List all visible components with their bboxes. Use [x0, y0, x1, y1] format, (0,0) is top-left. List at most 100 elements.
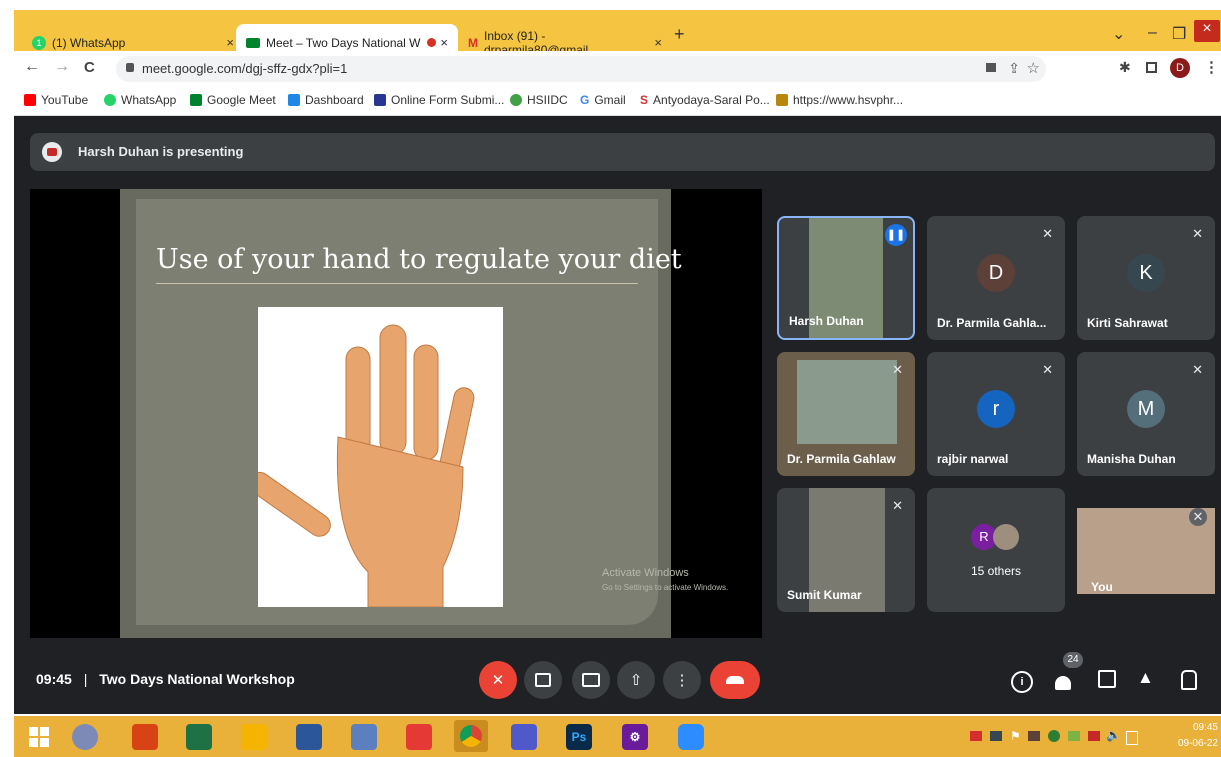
participant-name: Harsh Duhan	[789, 314, 864, 328]
bookmark-hsiidc[interactable]: HSIIDC	[510, 93, 568, 107]
avatar-photo	[993, 524, 1019, 550]
forward-button[interactable]: →	[54, 58, 70, 76]
bookmark-gmail[interactable]: G Gmail	[580, 93, 626, 107]
mic-toggle-button[interactable]: ✕	[479, 661, 517, 699]
participant-name: rajbir narwal	[937, 452, 1009, 466]
hand-image	[248, 307, 503, 608]
tab-search-icon[interactable]: ⌄	[1112, 24, 1125, 44]
notepad-icon[interactable]	[351, 724, 377, 750]
browser-tab-strip: 1 (1) WhatsApp × Meet – Two Days Nationa…	[14, 10, 1221, 61]
clock-time[interactable]: 09:45	[1174, 722, 1218, 733]
tray-icon[interactable]	[1088, 731, 1100, 741]
participant-tile[interactable]: ✕ Dr. Parmila Gahlaw	[777, 352, 915, 476]
participant-tile[interactable]: ✕ K Kirti Sahrawat	[1077, 216, 1215, 340]
excel-icon[interactable]	[186, 724, 212, 750]
self-tile[interactable]: ✕ You	[1077, 508, 1215, 594]
close-tab-icon[interactable]: ×	[654, 35, 662, 50]
windows-start-icon[interactable]	[26, 724, 52, 750]
bookmark-star-icon[interactable]: ☆	[1027, 59, 1040, 77]
participant-tile[interactable]: ✕ M Manisha Duhan	[1077, 352, 1215, 476]
more-options-button[interactable]: ⋮	[663, 661, 701, 699]
teams-icon[interactable]	[511, 724, 537, 750]
meeting-name: Two Days National Workshop	[99, 671, 295, 687]
presenter-avatar	[42, 142, 62, 162]
bookmark-hsvphr[interactable]: https://www.hsvphr...	[776, 93, 903, 107]
omnibox[interactable]: meet.google.com/dgj-sffz-gdx?pli=1 ⇪ ☆	[116, 56, 1046, 82]
mic-off-icon: ✕	[1042, 362, 1053, 377]
mic-off-icon: ✕	[892, 362, 903, 377]
network-icon[interactable]	[1028, 731, 1040, 741]
meeting-details-icon[interactable]: i	[1011, 671, 1033, 693]
chrome-taskbar-button[interactable]	[454, 720, 488, 752]
mic-off-icon: ✕	[1042, 226, 1053, 241]
settings-gear-icon[interactable]: ⚙	[622, 724, 648, 750]
close-window-button[interactable]: ×	[1194, 20, 1220, 42]
bookmark-youtube[interactable]: YouTube	[24, 93, 88, 107]
reload-button[interactable]: C	[84, 59, 95, 76]
file-explorer-icon[interactable]	[241, 724, 267, 750]
leave-call-button[interactable]	[710, 661, 760, 699]
participant-tile[interactable]: ✕ D Dr. Parmila Gahla...	[927, 216, 1065, 340]
slide-title: Use of your hand to regulate your diet	[156, 244, 682, 275]
activate-windows-title: Activate Windows	[602, 567, 689, 579]
battery-icon[interactable]	[1126, 731, 1138, 745]
bookmark-antyodaya[interactable]: S Antyodaya-Saral Po...	[640, 93, 770, 107]
camera-toggle-button[interactable]	[524, 661, 562, 699]
minimize-button[interactable]: –	[1148, 24, 1157, 42]
people-button[interactable]	[1052, 669, 1078, 691]
close-tab-icon[interactable]: ×	[226, 35, 234, 50]
menu-icon[interactable]: ⋮	[1204, 58, 1219, 76]
security-icon[interactable]	[1048, 730, 1060, 742]
lock-icon	[126, 63, 134, 72]
camera-in-use-icon[interactable]	[986, 63, 996, 72]
slide-title-rule	[156, 283, 638, 284]
bookmark-whatsapp[interactable]: WhatsApp	[104, 93, 176, 107]
bookmark-online-form[interactable]: Online Form Submi...	[374, 93, 504, 107]
chat-icon[interactable]	[1098, 670, 1116, 688]
media-player-icon[interactable]	[72, 724, 98, 750]
close-tab-icon[interactable]: ×	[440, 35, 448, 50]
bookmark-google-meet[interactable]: Google Meet	[190, 93, 276, 107]
tray-icon[interactable]	[970, 731, 982, 741]
captions-icon	[582, 673, 600, 687]
url-text: meet.google.com/dgj-sffz-gdx?pli=1	[142, 61, 348, 76]
presenting-text: Harsh Duhan is presenting	[78, 144, 244, 159]
participant-name: Dr. Parmila Gahlaw	[787, 452, 896, 466]
participant-tile-others[interactable]: R 15 others	[927, 488, 1065, 612]
participant-name: Sumit Kumar	[787, 588, 862, 602]
zoom-icon[interactable]	[678, 724, 704, 750]
avatar: K	[1127, 254, 1165, 292]
host-controls-lock-icon[interactable]	[1181, 670, 1197, 690]
video-camera-icon	[535, 673, 551, 687]
activities-icon[interactable]: ▲	[1137, 668, 1154, 688]
back-button[interactable]: ←	[24, 58, 40, 76]
participant-tile[interactable]: ✕ r rajbir narwal	[927, 352, 1065, 476]
restore-button[interactable]: ❐	[1172, 24, 1186, 44]
profile-avatar[interactable]: D	[1170, 58, 1190, 78]
google-meet-icon	[190, 94, 202, 106]
volume-icon[interactable]: 🔈	[1106, 728, 1121, 742]
participant-tile[interactable]: ✕ Sumit Kumar	[777, 488, 915, 612]
clock-date[interactable]: 09-06-22	[1166, 738, 1218, 749]
captions-button[interactable]	[572, 661, 610, 699]
google-meet-icon	[246, 37, 260, 48]
word-icon[interactable]	[296, 724, 322, 750]
flag-icon[interactable]: ⚑	[1010, 729, 1021, 743]
mic-off-icon: ✕	[1192, 362, 1203, 377]
bookmark-dashboard[interactable]: Dashboard	[288, 93, 364, 107]
speaking-icon: ❚❚	[885, 224, 907, 246]
share-icon[interactable]: ⇪	[1008, 60, 1020, 77]
photoshop-icon[interactable]: Ps	[566, 724, 592, 750]
present-now-button[interactable]: ⇧	[617, 661, 655, 699]
bookmarks-bar: YouTube WhatsApp Google Meet Dashboard O…	[14, 87, 1221, 116]
acrobat-icon[interactable]	[406, 724, 432, 750]
extensions-icon[interactable]: ✱	[1119, 59, 1131, 76]
antyodaya-icon: S	[640, 93, 649, 107]
new-tab-button[interactable]: +	[674, 24, 685, 45]
tray-icon[interactable]	[990, 731, 1002, 741]
google-icon: G	[580, 93, 590, 107]
control-panel-icon[interactable]	[132, 724, 158, 750]
participant-tile[interactable]: ❚❚ Harsh Duhan	[777, 216, 915, 340]
tray-icon[interactable]	[1068, 731, 1080, 741]
side-panel-icon[interactable]	[1146, 62, 1157, 73]
